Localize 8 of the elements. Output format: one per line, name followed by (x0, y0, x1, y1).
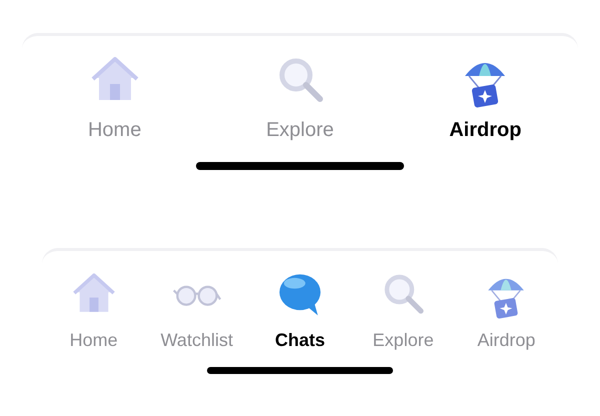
tab[interactable]: Watchlist (145, 269, 248, 349)
tab[interactable]: Airdrop (454, 269, 558, 349)
tab[interactable]: Explore (207, 52, 393, 140)
tab[interactable]: Explore (352, 269, 455, 349)
tab[interactable]: Home (42, 269, 146, 349)
tab[interactable]: Chats (248, 269, 352, 349)
tab[interactable]: Airdrop (392, 52, 578, 140)
tab[interactable]: Home (22, 52, 208, 140)
